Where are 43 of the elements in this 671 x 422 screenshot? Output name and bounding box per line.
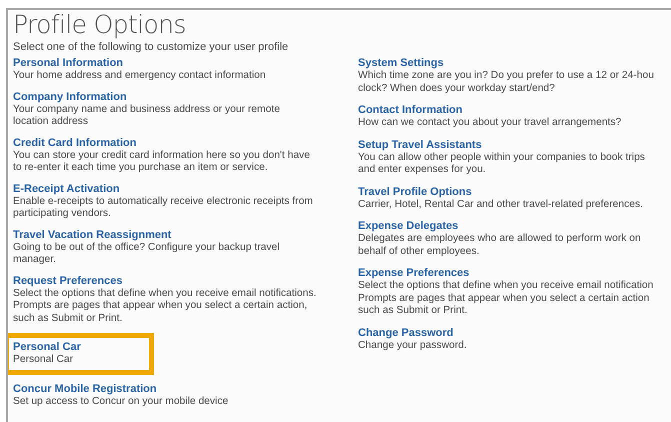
option-link[interactable]: Travel Profile Options: [358, 186, 666, 198]
option-description: manager.: [13, 254, 57, 266]
option-description: to re-enter it each time you purchase an item or service.: [13, 162, 269, 174]
option-description: How can we contact you about your travel arrangements?: [358, 117, 622, 130]
option-link[interactable]: Company Information: [13, 90, 353, 104]
option-description: Going to be out of the office? Configure your backup travel: [13, 242, 281, 254]
option-link[interactable]: Expense Preferences: [358, 267, 666, 280]
option-description: Change your password.: [358, 340, 468, 352]
option-description: clock? When does your workday start/end?: [358, 82, 556, 95]
option-link[interactable]: Personal Information: [13, 57, 353, 70]
option-description: and enter expenses for you.: [358, 164, 487, 176]
page-subtitle: Select one of the following to customize your user profile: [13, 40, 290, 54]
option-link[interactable]: Request Preferences: [13, 274, 353, 288]
option-link[interactable]: Personal Car: [13, 341, 109, 354]
option-description: You can allow other people within your companies to book trips: [358, 152, 646, 164]
option-description: You can store your credit card information here so you don't have: [13, 150, 311, 162]
option-description: participating vendors.: [13, 208, 112, 220]
option-link[interactable]: Travel Vacation Reassignment: [13, 228, 353, 242]
option-description: Prompts are pages that appear when you select a certain action,: [13, 300, 308, 312]
option-description: behalf of other employees.: [358, 246, 480, 258]
option-link[interactable]: E-Receipt Activation: [13, 182, 353, 196]
option-description: Delegates are employees who are allowed to perform work on: [358, 233, 642, 246]
option-description: Your company name and business address or your remote: [13, 104, 281, 116]
option-link[interactable]: Contact Information: [358, 104, 666, 117]
option-link[interactable]: Credit Card Information: [13, 136, 353, 150]
option-link[interactable]: Concur Mobile Registration: [13, 382, 353, 396]
option-description: location address: [13, 116, 89, 128]
option-description: Set up access to Concur on your mobile device: [13, 396, 230, 408]
option-description: Prompts are pages that appear when you select a certain action: [358, 292, 650, 305]
option-description: Carrier, Hotel, Rental Car and other travel-related preferences.: [358, 198, 644, 211]
option-description: Select the options that define when you receive email notification: [358, 280, 654, 292]
option-description: Enable e-receipts to automatically receive electronic receipts from: [13, 196, 314, 208]
page-title: Profile Options: [13, 10, 187, 40]
option-link[interactable]: Expense Delegates: [358, 220, 666, 233]
option-description: Your home address and emergency contact information: [13, 70, 267, 82]
option-link[interactable]: Change Password: [358, 326, 666, 340]
option-description: such as Submit or Print.: [13, 312, 124, 325]
option-description: Personal Car: [13, 354, 74, 366]
option-link[interactable]: Setup Travel Assistants: [358, 138, 666, 152]
option-description: Which time zone are you in? Do you prefer to use a 12 or 24-hou: [358, 70, 655, 82]
option-description: Select the options that define when you receive email notifications.: [13, 288, 318, 300]
option-description: such as Submit or Print.: [358, 305, 468, 318]
option-link[interactable]: System Settings: [358, 57, 666, 70]
